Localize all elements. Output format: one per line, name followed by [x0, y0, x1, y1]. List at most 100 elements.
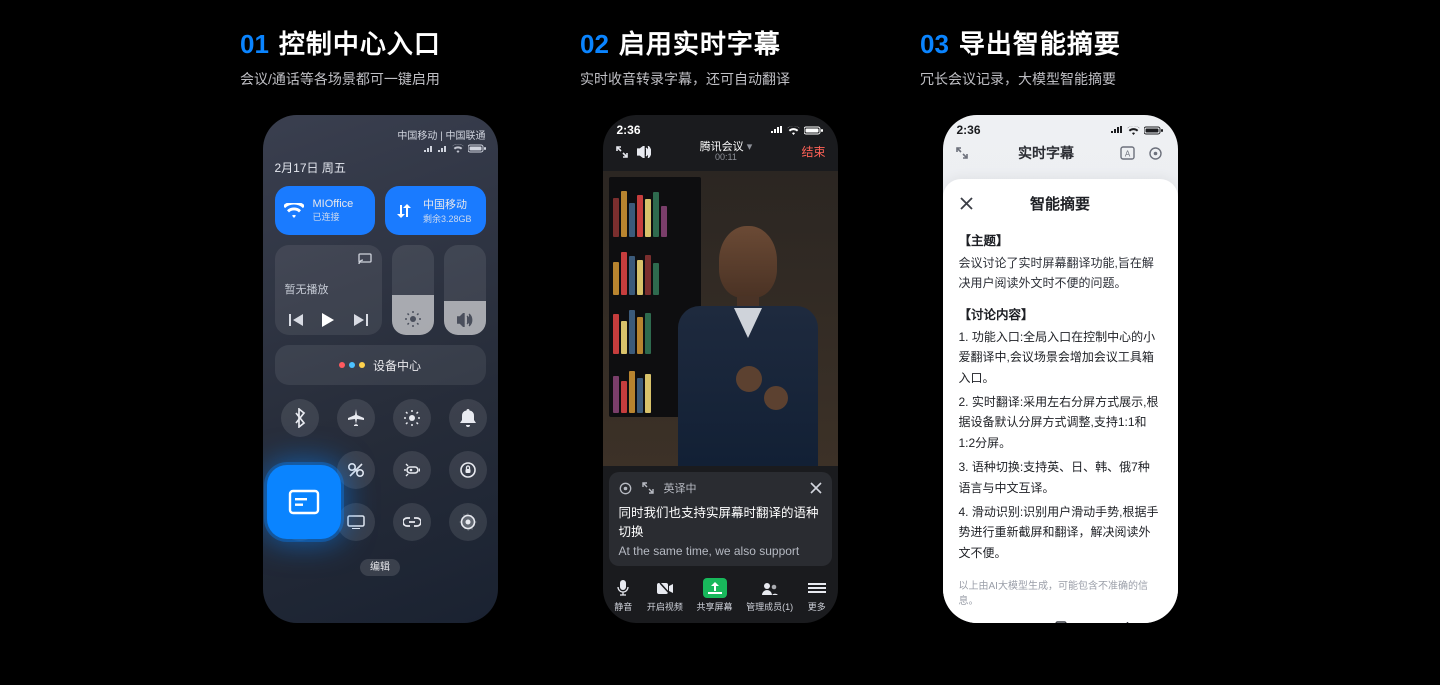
list-item: 2. 实时翻译:采用左右分屏方式展示,根据设备默认分屏方式调整,支持1:1和1:…	[959, 392, 1162, 453]
step-title: 控制中心入口	[279, 24, 441, 61]
status-icons	[771, 126, 824, 135]
close-caption-button[interactable]	[810, 482, 822, 494]
wifi-icon	[452, 144, 464, 153]
copy-icon	[1050, 619, 1070, 623]
members-button[interactable]: 管理成员(1)	[746, 578, 793, 613]
save-button[interactable]: 保存	[1118, 619, 1138, 623]
wifi-icon	[1127, 126, 1140, 135]
meeting-timer: 00:11	[700, 153, 753, 163]
battery-icon	[468, 144, 486, 153]
close-sheet-button[interactable]	[959, 196, 974, 211]
video-icon	[655, 578, 675, 598]
sim-icon	[424, 145, 434, 153]
caption-panel: 英译中 同时我们也支持实屏幕时翻译的语种切换 At the same time,…	[609, 472, 832, 566]
page-title: 实时字幕	[973, 143, 1120, 163]
save-icon	[1118, 619, 1138, 623]
dnd-button[interactable]	[449, 399, 487, 437]
screenshot-button[interactable]	[337, 451, 375, 489]
list-item: 4. 滑动识别:识别用户滑动手势,根据手势进行重新截屏和翻译，解决阅读外文不便。	[959, 502, 1162, 563]
data-label: 中国移动	[423, 199, 467, 211]
next-icon[interactable]	[354, 314, 368, 326]
mic-icon	[613, 578, 633, 598]
speaker-figure	[678, 226, 818, 466]
speaker-icon[interactable]	[637, 146, 651, 158]
wifi-label: MIOffice	[313, 198, 354, 210]
caption-toggle-highlight[interactable]	[267, 465, 341, 539]
panel-summary: 03 导出智能摘要 冗长会议记录，大模型智能摘要 2:36 实时字幕 A 智能摘…	[920, 24, 1200, 685]
more-icon	[807, 578, 827, 598]
cast-icon	[358, 253, 372, 265]
expand-icon[interactable]	[642, 482, 654, 494]
battery-icon	[1144, 126, 1164, 135]
phone-mock-control-center: 中国移动 | 中国联通 2月17日 周五 MIOffice已连接 中国移动剩余3	[263, 115, 498, 623]
brightness-icon	[405, 311, 421, 327]
volume-slider[interactable]	[444, 245, 486, 335]
mute-button[interactable]: 静音	[613, 578, 633, 613]
video-button[interactable]: 开启视频	[647, 578, 683, 613]
sheet-title: 智能摘要	[974, 193, 1147, 214]
device-hub-label: 设备中心	[373, 357, 421, 374]
mobile-data-tile[interactable]: 中国移动剩余3.28GB	[385, 186, 486, 235]
more-button[interactable]: 更多	[807, 578, 827, 613]
retry-button[interactable]: 重试	[982, 619, 1002, 623]
device-hub-tile[interactable]: 设备中心	[275, 345, 486, 385]
svg-text:A: A	[1124, 149, 1130, 158]
volume-icon	[457, 313, 473, 327]
link-button[interactable]	[393, 503, 431, 541]
airplane-button[interactable]	[337, 399, 375, 437]
settings-icon[interactable]	[1148, 146, 1166, 161]
end-call-button[interactable]: 结束	[801, 143, 825, 160]
retry-icon	[982, 619, 1002, 623]
copy-button[interactable]: 复制	[1050, 619, 1070, 623]
step-subtitle: 会议/通话等各场景都可一键启用	[240, 69, 520, 89]
step-number: 02	[580, 29, 609, 60]
meeting-toolbar: 静音 开启视频 共享屏幕 管理成员(1) 更多	[603, 572, 838, 623]
status-icons	[1111, 123, 1164, 137]
phone-mock-summary: 2:36 实时字幕 A 智能摘要 【主题】 会议讨论了实时屏幕翻译功能,旨	[943, 115, 1178, 623]
wifi-sub: 已连接	[313, 210, 354, 223]
caption-original: 同时我们也支持实屏幕时翻译的语种切换	[619, 502, 822, 540]
panel-meeting: 02 启用实时字幕 实时收音转录字幕，还可自动翻译 2:36 腾讯会议 ▾ 00…	[580, 24, 860, 685]
minimize-icon[interactable]	[615, 145, 629, 159]
step-subtitle: 冗长会议记录，大模型智能摘要	[920, 69, 1200, 89]
carrier-label: 中国移动 | 中国联通	[397, 127, 485, 142]
caption-icon	[288, 489, 320, 515]
discussion-heading: 【讨论内容】	[959, 304, 1162, 323]
caption-settings-icon[interactable]	[619, 482, 632, 495]
step-subtitle: 实时收音转录字幕，还可自动翻译	[580, 69, 860, 89]
discussion-list: 1. 功能入口:全局入口在控制中心的小爱翻译中,会议场景会增加会议工具箱入口。 …	[959, 327, 1162, 567]
play-icon[interactable]	[322, 313, 334, 327]
step-title: 导出智能摘要	[959, 24, 1121, 61]
date-label: 2月17日 周五	[275, 159, 486, 176]
wifi-tile[interactable]: MIOffice已连接	[275, 186, 376, 235]
phone-mock-meeting: 2:36 腾讯会议 ▾ 00:11 结束	[603, 115, 838, 623]
panel-control-center: 01 控制中心入口 会议/通话等各场景都可一键启用 中国移动 | 中国联通 2月…	[240, 24, 520, 685]
step-number: 01	[240, 29, 269, 60]
prev-icon[interactable]	[289, 314, 303, 326]
bluetooth-button[interactable]	[281, 399, 319, 437]
flashlight-button[interactable]	[393, 451, 431, 489]
lock-rotation-button[interactable]	[449, 451, 487, 489]
media-title: 暂无播放	[285, 281, 372, 297]
wifi-icon	[283, 200, 305, 222]
battery-icon	[804, 126, 824, 135]
list-item: 1. 功能入口:全局入口在控制中心的小爱翻译中,会议场景会增加会议工具箱入口。	[959, 327, 1162, 388]
settings-button[interactable]	[449, 503, 487, 541]
minimize-icon[interactable]	[955, 146, 973, 160]
signal-icon	[1111, 126, 1123, 134]
auto-brightness-button[interactable]	[393, 399, 431, 437]
step-number: 03	[920, 29, 949, 60]
media-tile[interactable]: 暂无播放	[275, 245, 382, 335]
edit-button[interactable]: 编辑	[275, 557, 486, 575]
ai-note: 以上由AI大模型生成，可能包含不准确的信息。	[959, 577, 1162, 607]
brightness-slider[interactable]	[392, 245, 434, 335]
signal-icon	[438, 145, 448, 153]
status-time: 2:36	[617, 123, 641, 137]
wifi-icon	[787, 126, 800, 135]
share-button[interactable]: 共享屏幕	[697, 578, 733, 613]
lang-label[interactable]: 英译中	[664, 480, 697, 496]
topic-heading: 【主题】	[959, 230, 1162, 249]
step-title: 启用实时字幕	[619, 24, 781, 61]
screen-mirror-button[interactable]	[337, 503, 375, 541]
text-size-icon[interactable]: A	[1120, 146, 1138, 161]
